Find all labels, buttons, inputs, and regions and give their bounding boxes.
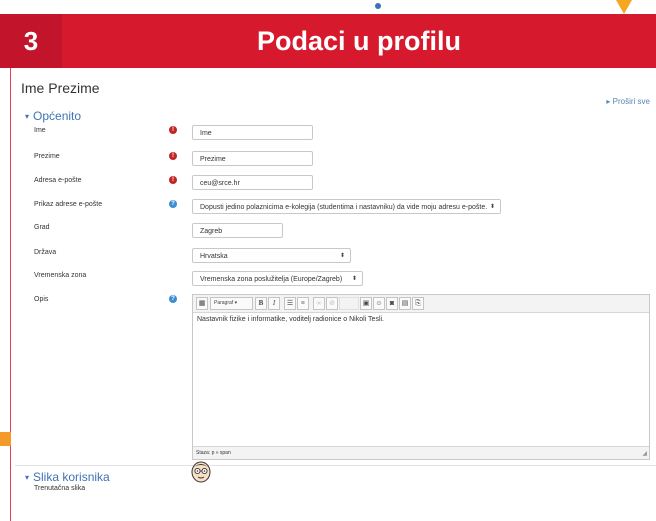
section-general-title: Općenito: [33, 109, 82, 123]
required-icon: !: [169, 126, 177, 134]
paragraph-select[interactable]: Paragraf ▾: [210, 297, 253, 310]
link-icon[interactable]: ∞: [313, 297, 325, 310]
toolbar-toggle-icon[interactable]: ▦: [196, 297, 208, 310]
country-select[interactable]: Hrvatska ⬍: [192, 248, 351, 263]
triangle-down-icon: ▾: [25, 112, 30, 121]
decorative-dot: [375, 3, 381, 9]
description-label: Opis: [34, 296, 49, 303]
email-input[interactable]: ceu@srce.hr: [192, 175, 313, 190]
first-name-input[interactable]: Ime: [192, 125, 313, 140]
unlink-icon[interactable]: ⊘: [326, 297, 338, 310]
image-icon[interactable]: ▣: [360, 297, 372, 310]
paragraph-select-value: Paragraf: [214, 300, 234, 306]
last-name-input[interactable]: Prezime: [192, 151, 313, 166]
numbered-list-icon[interactable]: ≡: [297, 297, 309, 310]
email-label: Adresa e-pošte: [34, 177, 82, 184]
required-icon: !: [169, 176, 177, 184]
page-title: Ime Prezime: [21, 80, 100, 96]
timezone-value: Vremenska zona poslužitelja (Europe/Zagr…: [200, 276, 343, 283]
dropdown-arrow-icon: ⬍: [339, 253, 345, 259]
country-label: Država: [34, 249, 57, 256]
current-picture-label: Trenutačna slika: [34, 485, 86, 492]
country-value: Hrvatska: [200, 253, 228, 260]
user-avatar: [191, 461, 211, 483]
banner-title: Podaci u profilu: [256, 26, 461, 56]
email-display-label: Prikaz adrese e-pošte: [34, 201, 103, 208]
bold-icon[interactable]: B: [255, 297, 267, 310]
expand-all-label: Proširi sve: [612, 97, 650, 106]
profile-form-panel: Ime Prezime ▸ Proširi sve ▾ Općenito Ime …: [11, 68, 656, 521]
dropdown-arrow-icon: ⬍: [351, 276, 357, 282]
editor-toolbar: ▦ Paragraf ▾ B I ☰ ≡ ∞ ⊘ ▣ ☺ ◙ ▤ ⎘: [193, 295, 649, 313]
section-general-toggle[interactable]: ▾ Općenito: [25, 109, 81, 123]
timezone-select[interactable]: Vremenska zona poslužitelja (Europe/Zagr…: [192, 271, 363, 286]
editor-content[interactable]: Nastavnik fizike i informatike, voditelj…: [197, 316, 384, 323]
first-name-label: Ime: [34, 127, 46, 134]
dropdown-arrow-icon: ▾: [234, 300, 238, 306]
triangle-down-icon: ▾: [25, 473, 30, 482]
editor-path: Staza: p » span: [193, 446, 649, 459]
manage-files-icon[interactable]: ▤: [399, 297, 411, 310]
section-picture-title: Slika korisnika: [33, 470, 110, 484]
city-input[interactable]: Zagreb: [192, 223, 283, 238]
italic-icon[interactable]: I: [268, 297, 280, 310]
step-number: 3: [0, 14, 62, 68]
section-divider: [15, 465, 656, 466]
description-editor[interactable]: ▦ Paragraf ▾ B I ☰ ≡ ∞ ⊘ ▣ ☺ ◙ ▤ ⎘ Nasta…: [192, 294, 650, 460]
toolbar-spacer: [339, 297, 359, 310]
media-icon[interactable]: ◙: [386, 297, 398, 310]
city-label: Grad: [34, 224, 50, 231]
decorative-triangle: [616, 0, 632, 14]
dropdown-arrow-icon: ⬍: [489, 204, 495, 210]
timezone-label: Vremenska zona: [34, 272, 87, 279]
emoticon-icon[interactable]: ☺: [373, 297, 385, 310]
help-icon[interactable]: ?: [169, 295, 177, 303]
bullet-list-icon[interactable]: ☰: [284, 297, 296, 310]
resize-grip-icon[interactable]: ◢: [642, 450, 647, 457]
required-icon: !: [169, 152, 177, 160]
top-strip: [0, 0, 656, 14]
last-name-label: Prezime: [34, 153, 60, 160]
email-display-value: Dopusti jedino polaznicima e-kolegija (s…: [200, 204, 488, 211]
section-picture-toggle[interactable]: ▾ Slika korisnika: [25, 470, 110, 484]
decorative-orange-mark: [0, 432, 11, 446]
expand-all-link[interactable]: ▸ Proširi sve: [606, 97, 650, 106]
email-display-select[interactable]: Dopusti jedino polaznicima e-kolegija (s…: [192, 199, 501, 214]
paste-icon[interactable]: ⎘: [412, 297, 424, 310]
help-icon[interactable]: ?: [169, 200, 177, 208]
